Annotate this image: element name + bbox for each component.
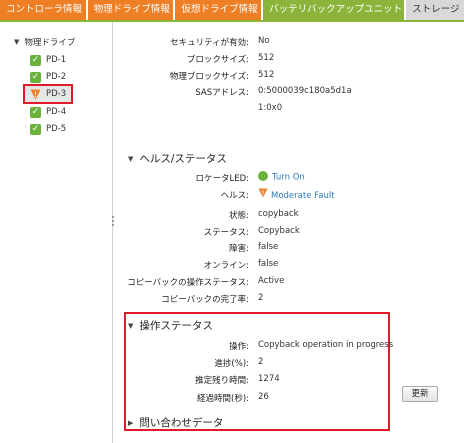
tree-item-label: PD-2 — [46, 72, 67, 82]
locator-led-value: Turn On — [272, 172, 305, 183]
warning-shield-icon — [30, 89, 41, 100]
property-row-block-size: ブロックサイズ: 512 — [116, 53, 464, 67]
tree-root-physical-drives[interactable]: ▼ 物理ドライブ — [14, 36, 75, 48]
property-row-online: オンライン: false — [116, 259, 464, 273]
locator-led-link[interactable]: Turn On — [258, 171, 305, 183]
section-title: ヘルス/ステータス — [139, 153, 227, 165]
property-value: Copyback — [258, 226, 300, 236]
check-icon: ✓ — [30, 123, 41, 135]
property-row-copyback-completion: コピーバックの完了率: 2 — [116, 293, 464, 307]
tree-item-label: PD-4 — [46, 107, 67, 117]
property-row-physical-block-size: 物理ブロックサイズ: 512 — [116, 70, 464, 84]
health-value: Moderate Fault — [271, 191, 335, 201]
property-label: 推定残り時間: — [195, 376, 249, 386]
property-row-state: 状態: copyback — [116, 209, 464, 223]
tree-item-pd-5[interactable]: ✓ PD-5 — [30, 121, 66, 137]
property-label: 経過時間(秒): — [197, 394, 249, 404]
property-value: copyback — [258, 209, 299, 219]
drive-detail-pane: セキュリティが有効: No ブロックサイズ: 512 物理ブロックサイズ: 51… — [116, 22, 464, 443]
check-icon: ✓ — [30, 106, 41, 118]
property-value: Active — [258, 276, 285, 286]
property-value: 1274 — [258, 374, 280, 384]
section-title: 操作ステータス — [139, 320, 213, 332]
property-label: 操作: — [229, 342, 249, 352]
property-row-status: ステータス: Copyback — [116, 226, 464, 240]
tab-controller-info[interactable]: コントローラ情報 — [0, 0, 86, 20]
tree-item-pd-2[interactable]: ✓ PD-2 — [30, 69, 66, 85]
collapse-triangle-icon[interactable]: ▼ — [128, 322, 133, 330]
property-row-security: セキュリティが有効: No — [116, 36, 464, 50]
property-label: コピーバックの完了率: — [161, 295, 249, 305]
check-icon: ✓ — [30, 54, 41, 66]
health-link[interactable]: Moderate Fault — [258, 188, 335, 202]
section-health-status[interactable]: ▼ ヘルス/ステータス — [128, 151, 227, 166]
tree-item-pd-1[interactable]: ✓ PD-1 — [30, 52, 66, 68]
property-row-operation: 操作: Copyback operation in progress — [116, 340, 464, 354]
section-title: 問い合わせデータ — [139, 417, 224, 429]
property-value: 2 — [258, 357, 264, 367]
property-value: 512 — [258, 53, 275, 63]
property-label: 進捗(%): — [214, 359, 249, 369]
property-label: ロケータLED: — [195, 174, 249, 184]
tree-item-pd-4[interactable]: ✓ PD-4 — [30, 104, 66, 120]
property-row-locator-led: ロケータLED: Turn On — [116, 171, 464, 186]
green-dot-icon — [258, 171, 268, 181]
drive-tree-pane: ▼ 物理ドライブ ✓ PD-1 ✓ PD-2 PD-3 ✓ PD-4 ✓ PD-… — [0, 22, 113, 443]
section-query-data[interactable]: ▶ 問い合わせデータ — [128, 415, 223, 430]
property-row-sas-address: SASアドレス: 0:5000039c180a5d1a — [116, 86, 464, 100]
tree-root-label: 物理ドライブ — [24, 38, 76, 48]
tab-physical-drive-info[interactable]: 物理ドライブ情報 — [87, 0, 174, 20]
warning-shield-icon — [258, 188, 268, 201]
section-operation-status[interactable]: ▼ 操作ステータス — [128, 318, 213, 333]
tab-virtual-drive-info[interactable]: 仮想ドライブ情報 — [175, 0, 262, 20]
property-value: Copyback operation in progress — [258, 340, 394, 350]
pane-splitter-handle[interactable] — [111, 214, 115, 232]
update-button[interactable]: 更新 — [402, 386, 438, 402]
property-label: コピーバックの操作ステータス: — [127, 278, 249, 288]
property-row-failure: 障害: false — [116, 242, 464, 256]
collapse-triangle-icon[interactable]: ▼ — [14, 38, 19, 46]
property-label: 状態: — [229, 211, 249, 221]
tree-item-label: PD-5 — [46, 124, 67, 134]
property-label: ヘルス: — [220, 191, 249, 201]
tab-storage[interactable]: ストレージ — [406, 0, 464, 20]
property-value: false — [258, 242, 279, 252]
expand-triangle-icon[interactable]: ▶ — [128, 419, 133, 427]
property-value: 26 — [258, 392, 269, 402]
property-value: 512 — [258, 70, 275, 80]
property-row-sas-address-2: 1:0x0 — [116, 103, 464, 117]
property-value: 2 — [258, 293, 264, 303]
tab-battery-backup-unit[interactable]: バッテリバックアップユニット — [263, 0, 405, 20]
property-value: 0:5000039c180a5d1a — [258, 86, 352, 96]
property-label: ブロックサイズ: — [186, 55, 249, 65]
property-label: セキュリティが有効: — [170, 38, 249, 48]
collapse-triangle-icon[interactable]: ▼ — [128, 155, 133, 163]
check-icon: ✓ — [30, 71, 41, 83]
tree-item-label: PD-1 — [46, 55, 67, 65]
property-row-progress: 進捗(%): 2 — [116, 357, 464, 371]
property-value: No — [258, 36, 270, 46]
property-label: オンライン: — [203, 261, 249, 271]
property-label: 障害: — [229, 244, 249, 254]
tree-item-pd-3[interactable]: PD-3 — [23, 84, 74, 104]
property-value: 1:0x0 — [258, 103, 283, 113]
property-row-copyback-op-status: コピーバックの操作ステータス: Active — [116, 276, 464, 290]
property-label: SASアドレス: — [195, 88, 249, 98]
tree-item-label: PD-3 — [46, 89, 67, 99]
tab-bar: コントローラ情報 物理ドライブ情報 仮想ドライブ情報 バッテリバックアップユニッ… — [0, 0, 464, 20]
property-value: false — [258, 259, 279, 269]
property-row-health: ヘルス: Moderate Fault — [116, 188, 464, 203]
property-label: 物理ブロックサイズ: — [169, 72, 249, 82]
property-label: ステータス: — [203, 228, 249, 238]
